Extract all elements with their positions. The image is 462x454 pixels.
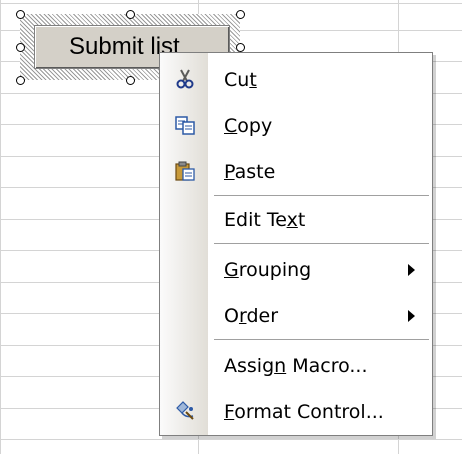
menu-item-label: Assign Macro... xyxy=(224,355,368,377)
menu-item-copy[interactable]: Copy xyxy=(160,105,432,147)
menu-separator xyxy=(214,243,429,244)
menu-item-paste[interactable]: Paste xyxy=(160,151,432,193)
menu-item-label: Grouping xyxy=(224,259,312,281)
context-menu: Cut Copy Paste Edit Text Grouping Order … xyxy=(159,52,433,436)
resize-handle-bottom[interactable] xyxy=(126,76,135,85)
menu-item-label: Paste xyxy=(224,161,276,183)
paste-icon xyxy=(174,160,196,182)
resize-handle-left[interactable] xyxy=(16,43,25,52)
grid-column-line xyxy=(0,0,1,454)
resize-handle-top-right[interactable] xyxy=(236,10,245,19)
resize-handle-top[interactable] xyxy=(126,10,135,19)
menu-item-edit-text[interactable]: Edit Text xyxy=(160,199,432,241)
menu-separator xyxy=(214,195,429,196)
menu-item-assign-macro[interactable]: Assign Macro... xyxy=(160,345,432,387)
menu-item-label: Format Control... xyxy=(224,401,384,423)
resize-handle-top-left[interactable] xyxy=(16,10,25,19)
menu-item-label: Copy xyxy=(224,115,273,137)
menu-item-order[interactable]: Order xyxy=(160,295,432,337)
scissors-icon xyxy=(174,68,196,90)
menu-item-grouping[interactable]: Grouping xyxy=(160,249,432,291)
resize-handle-bottom-left[interactable] xyxy=(16,76,25,85)
menu-separator xyxy=(214,339,429,340)
menu-item-label: Cut xyxy=(224,69,257,91)
submenu-arrow-icon xyxy=(408,310,415,322)
copy-icon xyxy=(174,114,196,136)
menu-item-label: Order xyxy=(224,305,279,327)
submenu-arrow-icon xyxy=(408,264,415,276)
resize-handle-right[interactable] xyxy=(236,43,245,52)
format-control-icon xyxy=(174,400,196,422)
menu-item-cut[interactable]: Cut xyxy=(160,59,432,101)
grid-row-line xyxy=(0,439,462,440)
menu-item-format-control[interactable]: Format Control... xyxy=(160,391,432,433)
menu-item-label: Edit Text xyxy=(224,209,306,231)
grid-row-line xyxy=(0,3,462,4)
